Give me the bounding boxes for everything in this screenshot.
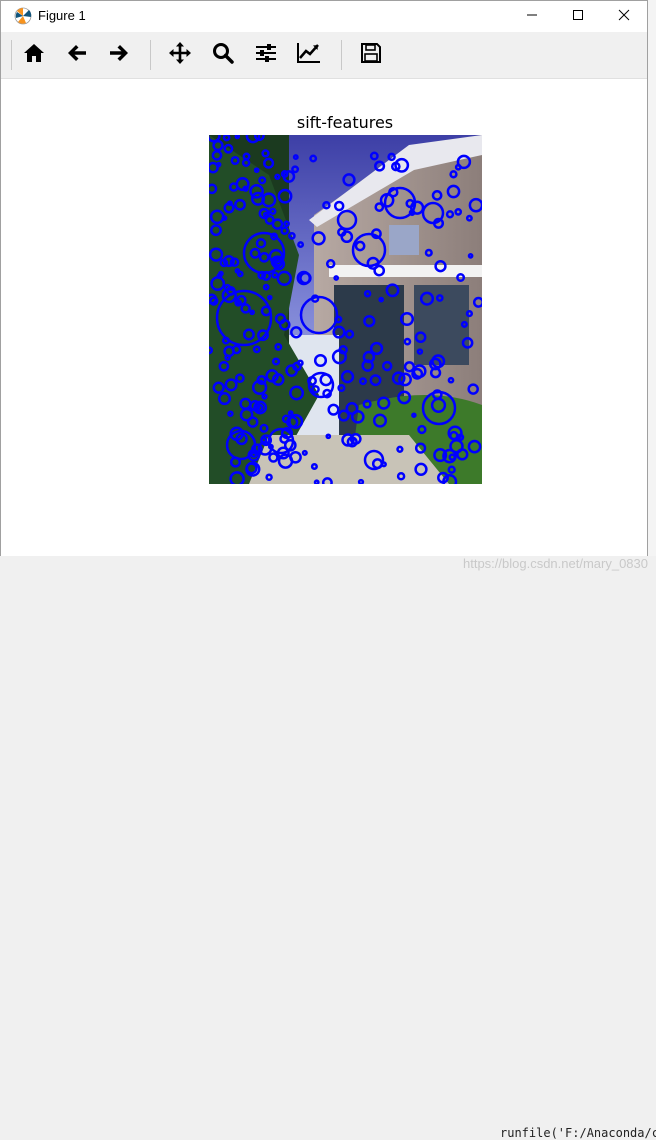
matplotlib-icon: [14, 7, 32, 25]
navigation-toolbar: [1, 32, 647, 79]
pan-button[interactable]: [163, 38, 197, 72]
title-bar[interactable]: Figure 1: [1, 1, 647, 32]
close-button[interactable]: [601, 1, 647, 32]
back-button[interactable]: [60, 38, 94, 72]
toolbar-grip: [11, 40, 12, 70]
home-button[interactable]: [17, 38, 51, 72]
maximize-icon: [572, 8, 584, 26]
pan-move-icon: [168, 41, 192, 70]
editor-edge: [647, 0, 656, 586]
minimize-icon: [526, 8, 538, 26]
configure-subplots-button[interactable]: [249, 38, 283, 72]
edit-axes-button[interactable]: [292, 38, 326, 72]
configure-subplots-icon: [254, 41, 278, 70]
save-button[interactable]: [354, 38, 388, 72]
save-floppy-icon: [360, 42, 382, 69]
maximize-button[interactable]: [555, 1, 601, 32]
back-arrow-icon: [66, 42, 88, 69]
photo-of-house-with-sift-keypoints-icon: [209, 135, 482, 484]
watermark-text: https://blog.csdn.net/mary_0830: [462, 556, 648, 571]
close-icon: [618, 8, 630, 26]
toolbar-separator: [341, 40, 342, 70]
toolbar-separator: [150, 40, 151, 70]
window-title: Figure 1: [38, 8, 86, 23]
forward-arrow-icon: [108, 42, 130, 69]
plot-title: sift-features: [296, 113, 394, 132]
zoom-magnifier-icon: [211, 41, 235, 70]
forward-button[interactable]: [102, 38, 136, 72]
sift-feature-image: [209, 135, 482, 484]
minimize-button[interactable]: [509, 1, 555, 32]
edit-axes-icon: [296, 41, 322, 70]
zoom-button[interactable]: [206, 38, 240, 72]
home-icon: [23, 42, 45, 69]
console-text: runfile('F:/Anaconda/c: [500, 1126, 656, 1140]
